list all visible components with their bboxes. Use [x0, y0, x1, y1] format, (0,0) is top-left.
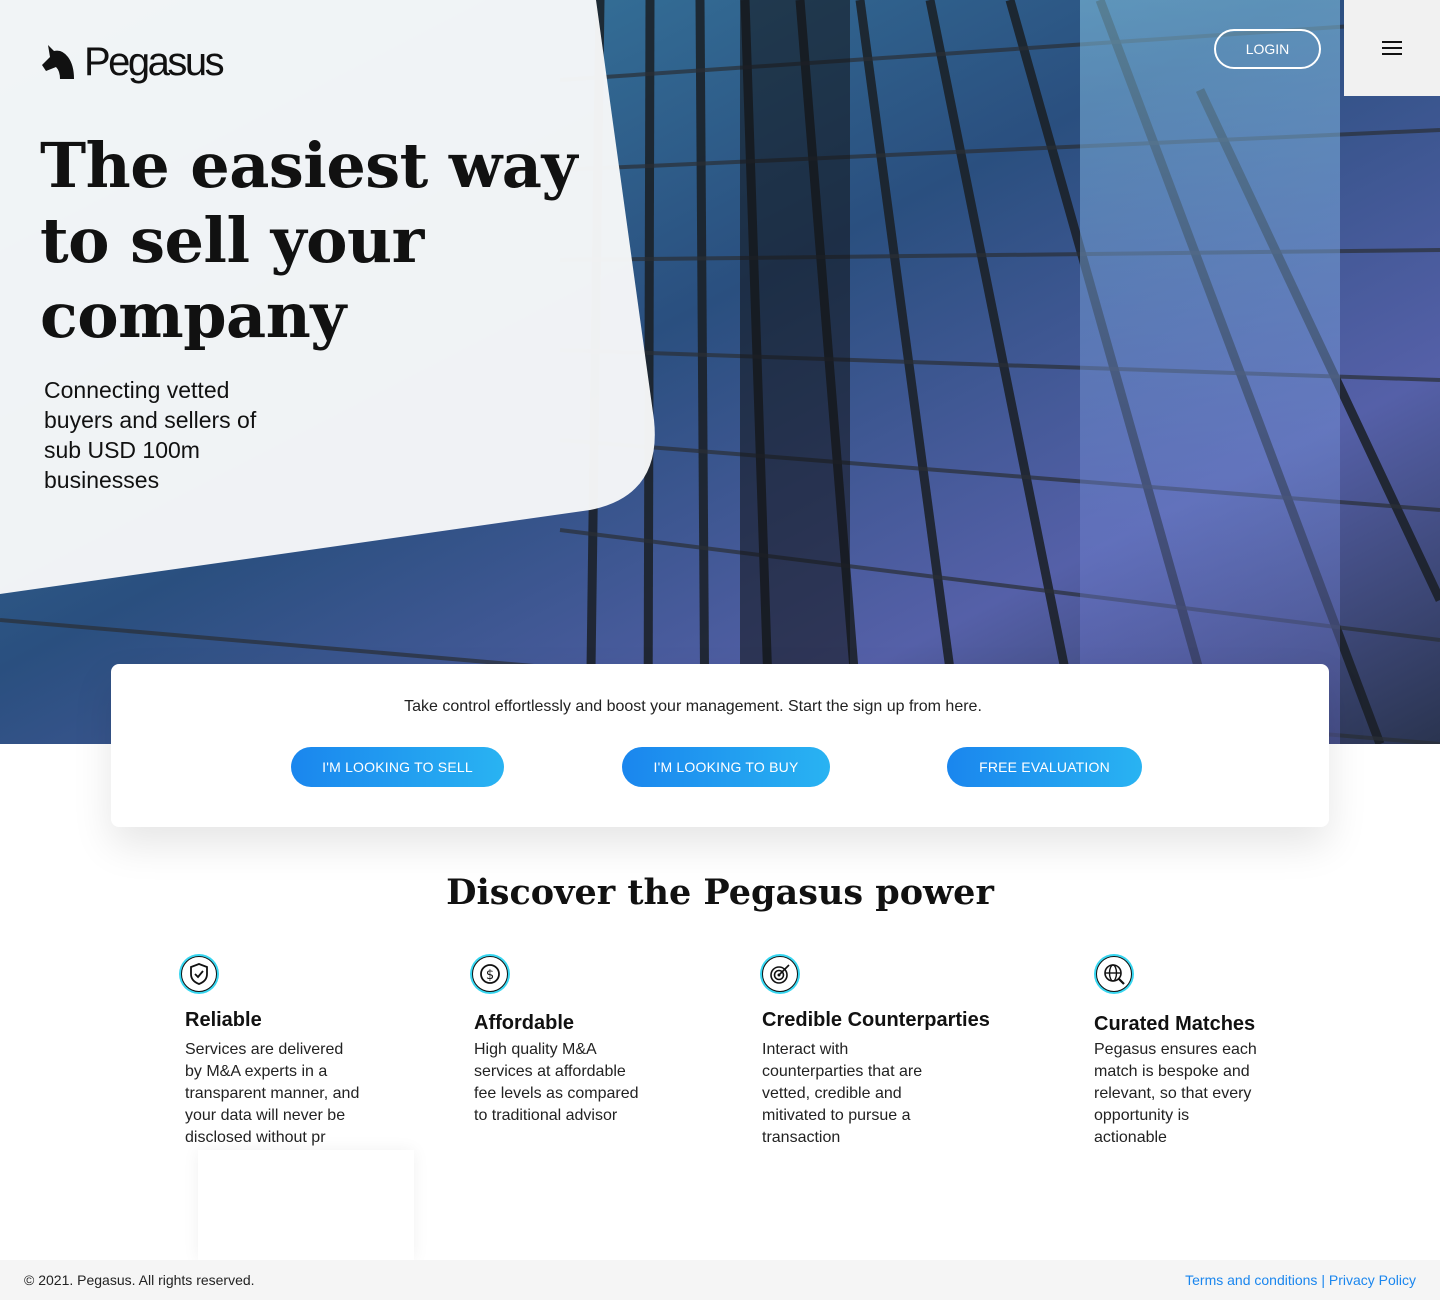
feature-text: Services are delivered by M&A experts in…	[185, 1041, 360, 1146]
signup-prompt: Take control effortlessly and boost your…	[404, 698, 982, 715]
hero-section: Pegasus The easiest way to sell your com…	[0, 0, 1440, 744]
feature-title: Reliable	[185, 1009, 262, 1031]
footer: © 2021. Pegasus. All rights reserved. Te…	[0, 1260, 1440, 1300]
feature-text: High quality M&A services at affordable …	[474, 1041, 639, 1124]
feature-title: Credible Counterparties	[762, 1009, 990, 1031]
feature-text: Interact with counterparties that are ve…	[762, 1041, 923, 1146]
horse-logo-icon	[42, 44, 74, 79]
brand-name: Pegasus	[84, 40, 225, 84]
feature-title: Curated Matches	[1094, 1013, 1256, 1035]
globe-search-icon	[1094, 954, 1134, 994]
svg-text:$: $	[486, 968, 494, 983]
dollar-coin-icon: $	[470, 954, 510, 994]
target-icon	[760, 954, 800, 994]
hero-title: The easiest way to sell your company	[40, 129, 577, 352]
signup-card: Take control effortlessly and boost your…	[111, 664, 1329, 827]
footer-separator: |	[1317, 1272, 1329, 1288]
feature-title: Affordable	[474, 1012, 574, 1034]
menu-button[interactable]	[1344, 0, 1440, 96]
hamburger-icon	[1382, 41, 1402, 55]
overlay-box	[198, 1150, 414, 1260]
hero-panel-shape	[0, 0, 655, 594]
login-button[interactable]: LOGIN	[1214, 29, 1321, 69]
terms-link[interactable]: Terms and conditions	[1185, 1272, 1317, 1288]
buy-button[interactable]: I'M LOOKING TO BUY	[622, 747, 830, 787]
shield-check-icon	[179, 954, 219, 994]
privacy-link[interactable]: Privacy Policy	[1329, 1272, 1416, 1288]
free-evaluation-button[interactable]: FREE EVALUATION	[947, 747, 1142, 787]
sell-button[interactable]: I'M LOOKING TO SELL	[291, 747, 504, 787]
hero-subtitle: Connecting vetted buyers and sellers of …	[44, 377, 257, 493]
brand-logo[interactable]: Pegasus	[40, 40, 225, 85]
copyright-text: © 2021. Pegasus. All rights reserved.	[24, 1272, 255, 1288]
features-heading: Discover the Pegasus power	[446, 872, 994, 913]
footer-links: Terms and conditions | Privacy Policy	[1185, 1272, 1416, 1288]
feature-text: Pegasus ensures each match is bespoke an…	[1094, 1041, 1257, 1146]
